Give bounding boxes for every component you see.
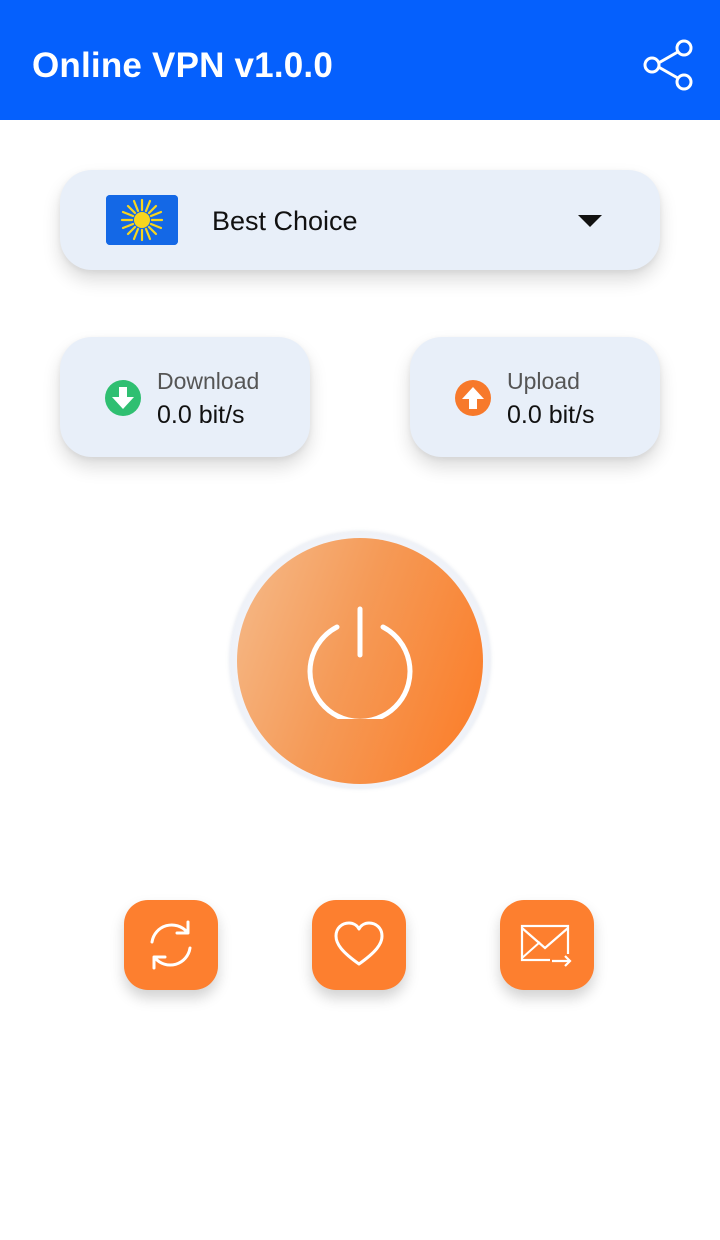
feedback-button[interactable] <box>500 900 594 990</box>
upload-stat-card: Upload 0.0 bit/s <box>410 337 660 457</box>
arrow-down-circle-icon <box>105 380 141 416</box>
app-title: Online VPN v1.0.0 <box>32 46 334 85</box>
sun-flag-icon <box>106 195 178 245</box>
refresh-icon <box>150 920 192 970</box>
download-label: Download <box>157 368 260 394</box>
power-icon <box>307 606 413 719</box>
refresh-button[interactable] <box>124 900 218 990</box>
server-name: Best Choice <box>212 206 358 236</box>
rate-button[interactable] <box>312 900 406 990</box>
share-icon <box>643 39 693 91</box>
heart-icon <box>334 921 384 966</box>
mail-forward-icon <box>520 924 572 968</box>
server-selector[interactable]: Best Choice <box>60 170 660 270</box>
caret-down-icon <box>578 215 602 227</box>
download-value: 0.0 bit/s <box>157 401 245 429</box>
app-bar: Online VPN v1.0.0 <box>0 0 720 120</box>
arrow-up-circle-icon <box>455 380 491 416</box>
download-stat-card: Download 0.0 bit/s <box>60 337 310 457</box>
upload-label: Upload <box>507 368 580 394</box>
share-button[interactable] <box>640 38 696 92</box>
upload-value: 0.0 bit/s <box>507 401 595 429</box>
